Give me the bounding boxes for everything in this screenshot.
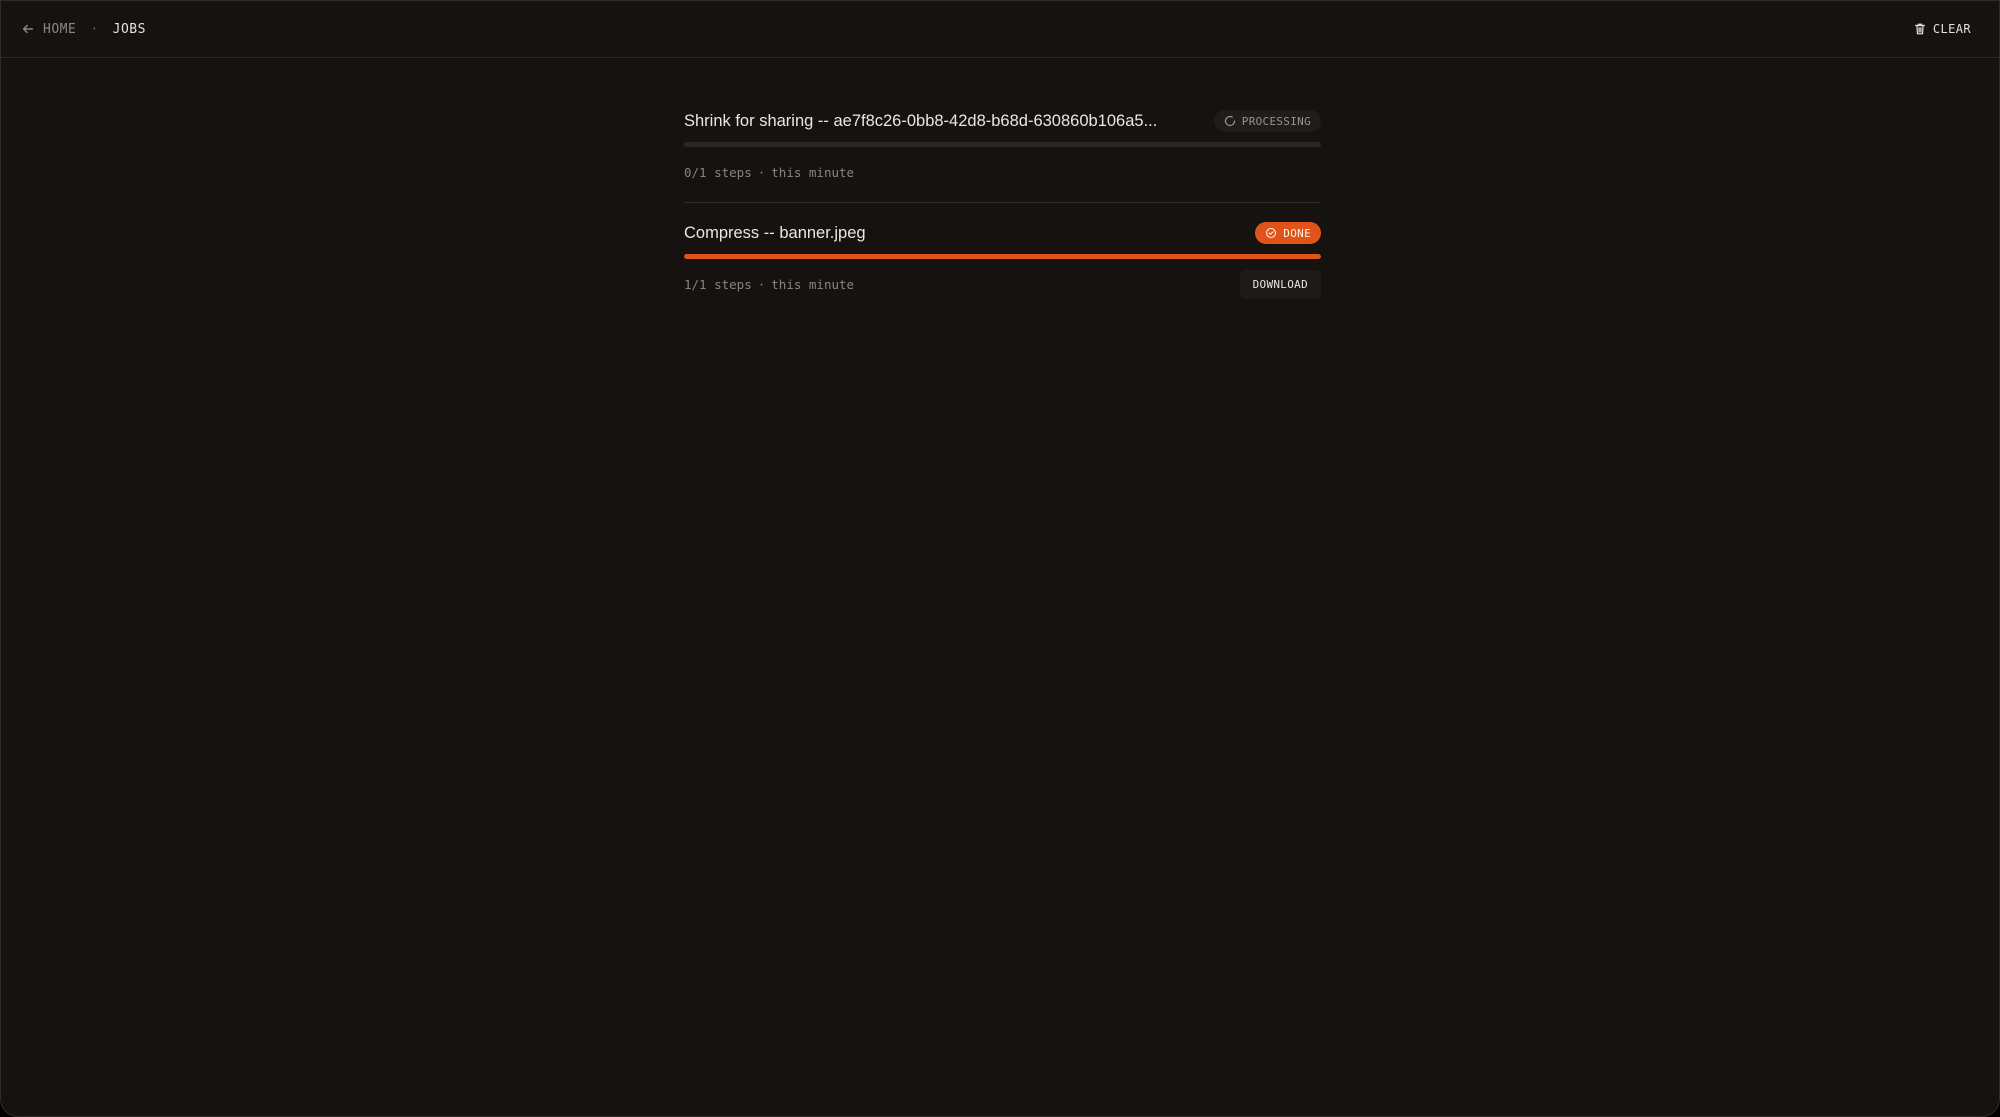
breadcrumb: HOME · JOBS (21, 22, 146, 37)
job-footer: 0/1 steps · this minute (684, 152, 1321, 192)
download-button[interactable]: DOWNLOAD (1239, 269, 1321, 299)
job-steps: 0/1 steps (684, 164, 752, 180)
status-badge: DONE (1255, 222, 1321, 244)
job-steps: 1/1 steps (684, 276, 752, 292)
progress-bar (684, 142, 1321, 147)
job-meta: 1/1 steps · this minute (684, 277, 854, 292)
job-item: Shrink for sharing -- ae7f8c26-0bb8-42d8… (684, 99, 1321, 192)
job-title: Shrink for sharing -- ae7f8c26-0bb8-42d8… (684, 111, 1158, 130)
job-header: Shrink for sharing -- ae7f8c26-0bb8-42d8… (684, 107, 1321, 135)
check-circle-icon (1266, 227, 1277, 239)
status-label: PROCESSING (1241, 114, 1311, 128)
status-badge: PROCESSING (1213, 110, 1321, 132)
job-item: Compress -- banner.jpeg DONE 1/1 steps · t… (684, 211, 1321, 304)
arrow-left-icon (22, 24, 34, 34)
status-label: DONE (1283, 226, 1311, 240)
top-bar: HOME · JOBS CLEAR (1, 1, 1999, 58)
spinner-icon (1224, 115, 1235, 127)
job-header: Compress -- banner.jpeg DONE (684, 219, 1321, 247)
job-time: this minute (771, 164, 855, 180)
home-label: HOME (43, 21, 77, 37)
job-list: Shrink for sharing -- ae7f8c26-0bb8-42d8… (684, 99, 1321, 304)
job-divider (684, 202, 1321, 203)
job-time: this minute (771, 276, 855, 292)
breadcrumb-separator: · (90, 21, 99, 37)
job-title: Compress -- banner.jpeg (684, 223, 866, 242)
progress-fill (684, 254, 1321, 259)
clear-button[interactable]: CLEAR (1913, 22, 1971, 36)
progress-bar (684, 254, 1321, 259)
trash-icon (1914, 23, 1925, 35)
breadcrumb-current: JOBS (112, 21, 146, 37)
home-link[interactable]: HOME (21, 22, 76, 37)
meta-separator: · (757, 276, 766, 292)
clear-label: CLEAR (1932, 22, 1971, 36)
job-footer: 1/1 steps · this minute DOWNLOAD (684, 264, 1321, 304)
app-window: HOME · JOBS CLEAR Shrink for sharing -- … (0, 0, 2000, 1117)
job-meta: 0/1 steps · this minute (684, 165, 854, 180)
meta-separator: · (757, 164, 766, 180)
